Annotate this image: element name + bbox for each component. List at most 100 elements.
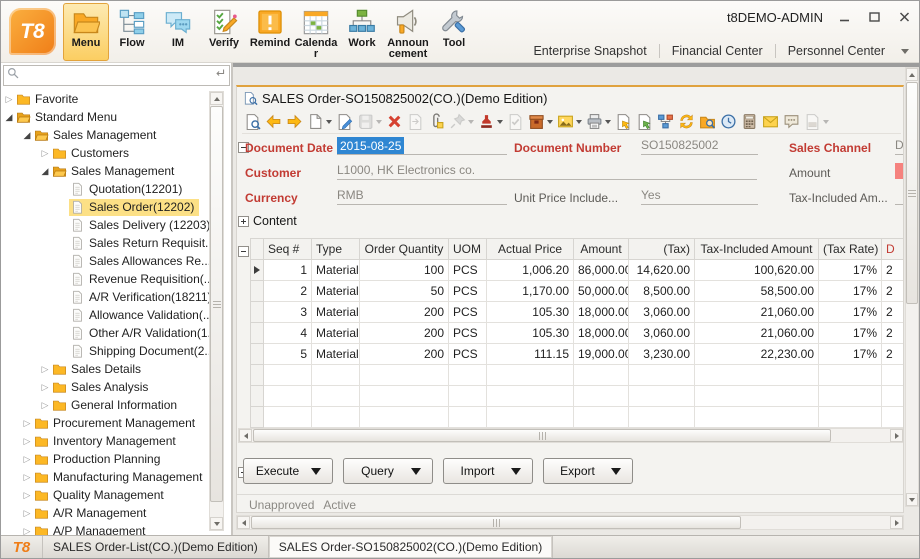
topbar-button[interactable]: Verify <box>201 3 247 61</box>
maximize-icon[interactable] <box>866 9 883 24</box>
tree-item[interactable]: Sales Management <box>1 162 210 180</box>
toolbar-button[interactable] <box>676 110 697 132</box>
tree-expander-icon[interactable] <box>3 93 15 105</box>
grid-cell[interactable]: PCS <box>449 344 487 365</box>
toolbar-button[interactable] <box>584 110 613 132</box>
scroll-right-icon[interactable] <box>890 429 903 442</box>
grid-cell[interactable]: 100 <box>360 260 449 281</box>
scrollbar-thumb[interactable] <box>251 516 741 529</box>
grid-cell[interactable]: 86,000.00 <box>574 260 629 281</box>
topbar-button[interactable]: Work <box>339 3 385 61</box>
tree-item[interactable]: Sales Details <box>1 360 210 378</box>
document-date-value[interactable]: 2015-08-25 <box>337 137 507 155</box>
grid-cell[interactable]: 58,500.00 <box>695 281 819 302</box>
grid-cell[interactable]: 2 <box>882 260 905 281</box>
grid-cell[interactable]: 8,500.00 <box>629 281 695 302</box>
tree-expander-icon[interactable] <box>3 111 15 123</box>
tree-item[interactable]: A/R Management <box>1 504 210 522</box>
tree-expander-icon[interactable] <box>39 399 51 411</box>
grid-cell[interactable]: 3 <box>264 302 312 323</box>
grid-cell[interactable]: PCS <box>449 302 487 323</box>
grid-cell[interactable]: 200 <box>360 344 449 365</box>
toolbar-button[interactable] <box>405 110 426 132</box>
tree-item[interactable]: Sales Delivery (12203) <box>1 216 210 234</box>
scrollbar-thumb[interactable] <box>906 82 918 304</box>
grid-row[interactable]: 4Material200PCS105.3018,000.003,060.0021… <box>251 323 905 344</box>
grid-cell[interactable]: Material <box>312 302 360 323</box>
grid-column-header[interactable]: Actual Price <box>487 239 574 260</box>
grid-cell[interactable]: 3,060.00 <box>629 302 695 323</box>
grid-row[interactable]: 5Material200PCS111.1519,000.003,230.0022… <box>251 344 905 365</box>
grid-cell[interactable]: 4 <box>264 323 312 344</box>
toolbar-button[interactable] <box>718 110 739 132</box>
tree-item[interactable]: Sales Analysis <box>1 378 210 396</box>
tree-item[interactable]: Procurement Management <box>1 414 210 432</box>
grid-cell[interactable]: 19,000.00 <box>574 344 629 365</box>
toolbar-button[interactable] <box>526 110 555 132</box>
grid-cell[interactable]: 2 <box>882 302 905 323</box>
scroll-left-icon[interactable] <box>239 429 252 442</box>
topbar-button[interactable]: IM <box>155 3 201 61</box>
grid-cell[interactable]: 18,000.00 <box>574 323 629 344</box>
tree-expander-icon[interactable] <box>21 471 33 483</box>
grid-cell[interactable]: 5 <box>264 344 312 365</box>
tree-item[interactable]: Allowance Validation(... <box>1 306 210 324</box>
grid-cell[interactable]: 105.30 <box>487 323 574 344</box>
tree-item[interactable]: Inventory Management <box>1 432 210 450</box>
grid-column-header[interactable]: Tax-Included Amount <box>695 239 819 260</box>
grid-column-header[interactable]: D <box>882 239 905 260</box>
toolbar-button[interactable] <box>263 110 284 132</box>
topbar-button[interactable]: Tool <box>431 3 477 61</box>
taskbar-tab[interactable]: SALES Order-List(CO.)(Demo Edition) <box>43 536 269 558</box>
tree-expander-icon[interactable] <box>39 381 51 393</box>
grid-cell[interactable]: 22,230.00 <box>695 344 819 365</box>
toolbar-button[interactable] <box>476 110 505 132</box>
grid-cell[interactable]: 17% <box>819 344 882 365</box>
grid-cell[interactable]: 18,000.00 <box>574 302 629 323</box>
tree-item[interactable]: Other A/R Validation(1... <box>1 324 210 342</box>
toolbar-button[interactable] <box>697 110 718 132</box>
tree-item[interactable]: Manufacturing Management <box>1 468 210 486</box>
nav-link[interactable]: Enterprise Snapshot <box>521 44 659 58</box>
grid-cell[interactable]: Material <box>312 260 360 281</box>
tree-expander-icon[interactable] <box>21 489 33 501</box>
nav-link[interactable]: Financial Center <box>660 44 776 58</box>
search-input[interactable] <box>20 68 213 84</box>
close-icon[interactable] <box>896 9 913 24</box>
grid-column-header[interactable]: Amount <box>574 239 629 260</box>
grid-cell[interactable]: Material <box>312 323 360 344</box>
action-button[interactable]: Import <box>443 458 533 484</box>
nav-link[interactable]: Personnel Center <box>776 44 897 58</box>
action-button[interactable]: Query <box>343 458 433 484</box>
expand-content-toggle-icon[interactable] <box>238 216 249 227</box>
topbar-button[interactable]: Remind <box>247 3 293 61</box>
grid-column-header[interactable]: UOM <box>449 239 487 260</box>
unit-price-included-value[interactable]: Yes <box>641 187 758 205</box>
grid-horizontal-scrollbar[interactable] <box>238 428 904 443</box>
tree-item[interactable]: Quotation(12201) <box>1 180 210 198</box>
grid-cell[interactable]: PCS <box>449 260 487 281</box>
tax-included-amount-value[interactable] <box>895 187 904 205</box>
tree-expander-icon[interactable] <box>21 435 33 447</box>
tree-expander-icon[interactable] <box>39 165 51 177</box>
grid-cell[interactable]: 3,230.00 <box>629 344 695 365</box>
toolbar-button[interactable] <box>655 110 676 132</box>
tree-item[interactable]: Favorite <box>1 90 210 108</box>
toolbar-button[interactable] <box>802 110 831 132</box>
action-button[interactable]: Export <box>543 458 633 484</box>
collapse-grid-toggle-icon[interactable] <box>238 246 249 257</box>
toolbar-button[interactable] <box>384 110 405 132</box>
tree-item[interactable]: Shipping Document(2... <box>1 342 210 360</box>
grid-cell[interactable]: 50 <box>360 281 449 302</box>
toolbar-button[interactable] <box>613 110 634 132</box>
grid-cell[interactable]: 3,060.00 <box>629 323 695 344</box>
toolbar-button[interactable] <box>426 110 447 132</box>
grid-cell[interactable]: 17% <box>819 260 882 281</box>
grid-cell[interactable]: 21,060.00 <box>695 302 819 323</box>
customer-value[interactable]: L1000, HK Electronics co. <box>337 162 757 180</box>
grid-column-header[interactable]: (Tax) <box>629 239 695 260</box>
toolbar-button[interactable] <box>242 110 263 132</box>
scrollbar-thumb[interactable] <box>253 429 831 442</box>
scroll-up-icon[interactable] <box>906 68 918 81</box>
grid-cell[interactable]: 2 <box>882 281 905 302</box>
